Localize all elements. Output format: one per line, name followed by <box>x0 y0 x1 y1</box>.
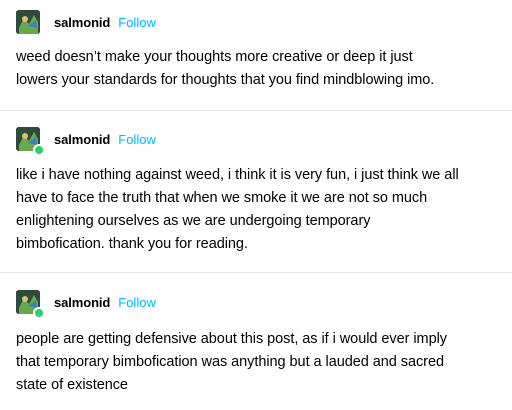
username[interactable]: salmonid <box>54 295 110 310</box>
post-body: like i have nothing against weed, i thin… <box>16 164 504 256</box>
avatar-icon[interactable] <box>16 290 45 319</box>
reblog-thread: salmonid Follow weed doesn’t make your t… <box>0 0 512 410</box>
post-header: salmonid Follow <box>16 289 156 319</box>
post-line: that temporary bimbofication was anythin… <box>16 354 444 370</box>
post-body: weed doesn’t make your thoughts more cre… <box>16 46 504 92</box>
follow-button[interactable]: Follow <box>118 15 156 30</box>
post-body: people are getting defensive about this … <box>16 328 504 397</box>
post-line: bimbofication. thank you for reading. <box>16 236 248 252</box>
post-line: have to face the truth that when we smok… <box>16 190 428 206</box>
post-line: lowers your standards for thoughts that … <box>16 72 435 88</box>
avatar-icon[interactable] <box>16 10 40 34</box>
post-header: salmonid Follow <box>16 9 156 35</box>
follow-button[interactable]: Follow <box>118 132 156 147</box>
post-header: salmonid Follow <box>16 126 156 156</box>
follow-button[interactable]: Follow <box>118 295 156 310</box>
username[interactable]: salmonid <box>54 15 110 30</box>
avatar-icon[interactable] <box>16 127 45 156</box>
username[interactable]: salmonid <box>54 132 110 147</box>
post-line: enlightening ourselves as we are undergo… <box>16 213 371 229</box>
post-line: state of existence <box>16 377 128 393</box>
post-line: weed doesn’t make your thoughts more cre… <box>16 49 413 65</box>
post-2: salmonid Follow like i have nothing agai… <box>0 110 512 252</box>
post-3: salmonid Follow people are getting defen… <box>0 272 512 393</box>
post-line: people are getting defensive about this … <box>16 331 447 347</box>
status-badge-icon <box>33 144 45 156</box>
status-badge-icon <box>33 307 45 319</box>
post-line: like i have nothing against weed, i thin… <box>16 167 459 183</box>
